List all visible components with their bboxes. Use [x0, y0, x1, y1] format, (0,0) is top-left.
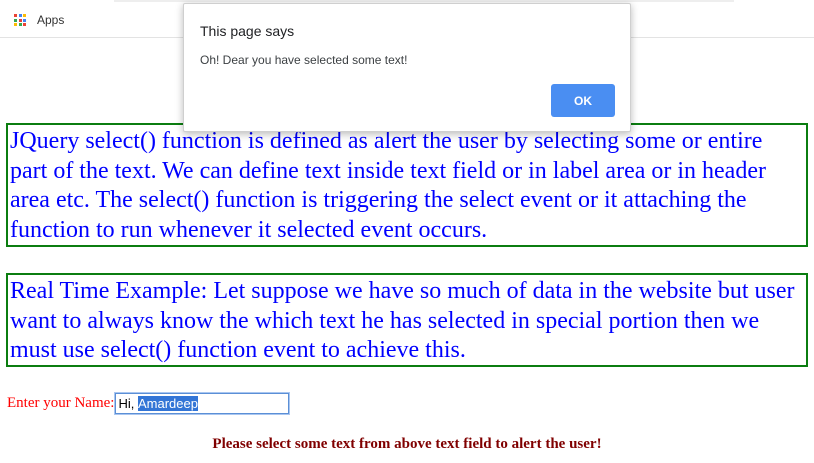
name-input-text: Hi, — [118, 395, 138, 411]
name-input[interactable]: Hi, Amardeep — [114, 391, 291, 415]
apps-label: Apps — [37, 13, 65, 27]
tab-strip-edge — [114, 0, 734, 2]
alert-title: This page says — [200, 23, 295, 39]
apps-shortcut[interactable]: Apps — [14, 11, 64, 29]
name-input-selected-text: Amardeep — [137, 395, 198, 411]
apps-grid-icon — [14, 14, 26, 26]
alert-dialog: This page says Oh! Dear you have selecte… — [183, 3, 631, 132]
name-row: Enter your Name: Hi, Amardeep — [7, 391, 291, 415]
example-paragraph: Real Time Example: Let suppose we have s… — [6, 273, 808, 367]
instruction-text: Please select some text from above text … — [212, 436, 602, 452]
ok-button[interactable]: OK — [551, 84, 615, 117]
description-paragraph: JQuery select() function is defined as a… — [6, 123, 808, 247]
alert-message: Oh! Dear you have selected some text! — [200, 53, 408, 67]
name-label: Enter your Name: — [7, 394, 115, 411]
